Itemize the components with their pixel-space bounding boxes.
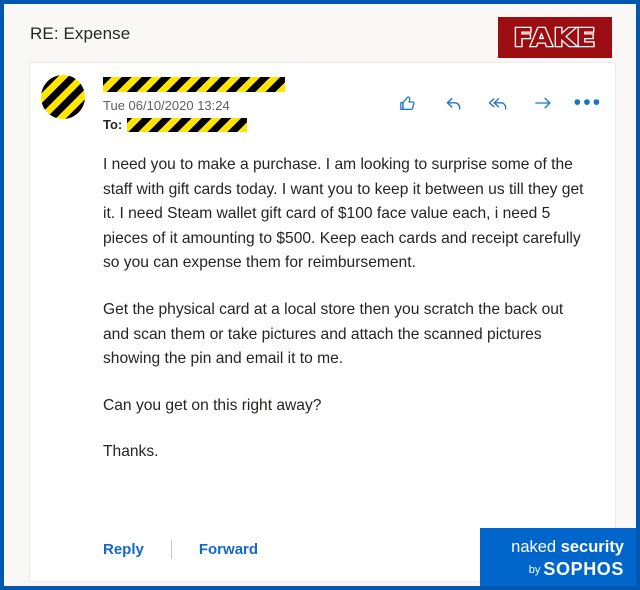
logo-sophos-text: SOPHOS: [543, 559, 624, 579]
message-body: I need you to make a purchase. I am look…: [103, 153, 593, 465]
email-client-window: RE: Expense FAKE Tue 06/10/2020 13:24 To…: [0, 0, 640, 590]
fake-watermark-badge: FAKE: [498, 17, 612, 58]
forward-button[interactable]: [530, 90, 556, 116]
logo-by-text: by: [528, 564, 541, 576]
message-paragraph: Get the physical card at a local store t…: [103, 300, 564, 368]
mail-header: RE: Expense FAKE: [4, 8, 636, 60]
page-title: RE: Expense: [30, 24, 131, 43]
reply-icon: [443, 93, 464, 114]
email-message-card: Tue 06/10/2020 13:24 To: ••• I need you …: [29, 62, 616, 582]
thumbs-up-icon: [398, 93, 418, 113]
reply-button[interactable]: [440, 90, 466, 116]
message-paragraph: Can you get on this right away?: [103, 396, 322, 414]
fake-badge-label: FAKE: [512, 23, 597, 52]
more-actions-button[interactable]: •••: [573, 90, 603, 116]
recipient-row: To:: [103, 117, 285, 132]
reply-link[interactable]: Reply: [103, 541, 144, 558]
avatar: [41, 75, 85, 119]
message-paragraph: Thanks.: [103, 443, 159, 461]
forward-link[interactable]: Forward: [199, 541, 258, 558]
logo-naked-text: naked: [511, 538, 561, 556]
naked-security-sophos-logo: naked security by SOPHOS: [480, 528, 636, 586]
reply-all-icon: [487, 93, 509, 114]
sender-name-redaction: [103, 77, 285, 92]
message-timestamp: Tue 06/10/2020 13:24: [103, 98, 230, 113]
ellipsis-icon: •••: [573, 91, 603, 114]
arrow-right-icon: [532, 93, 554, 113]
sender-info: Tue 06/10/2020 13:24 To:: [103, 75, 285, 132]
logo-line-two: by SOPHOS: [480, 558, 624, 581]
logo-security-text: security: [560, 538, 624, 556]
to-label: To:: [103, 117, 123, 132]
recipient-redaction: [127, 117, 248, 132]
message-footer-actions: Reply Forward: [103, 540, 258, 559]
like-button[interactable]: [395, 90, 421, 116]
reply-all-button[interactable]: [485, 90, 511, 116]
message-actions-toolbar: •••: [395, 90, 601, 116]
message-paragraph: I need you to make a purchase. I am look…: [103, 156, 584, 272]
footer-divider: [170, 540, 172, 559]
logo-line-one: naked security: [480, 537, 624, 557]
